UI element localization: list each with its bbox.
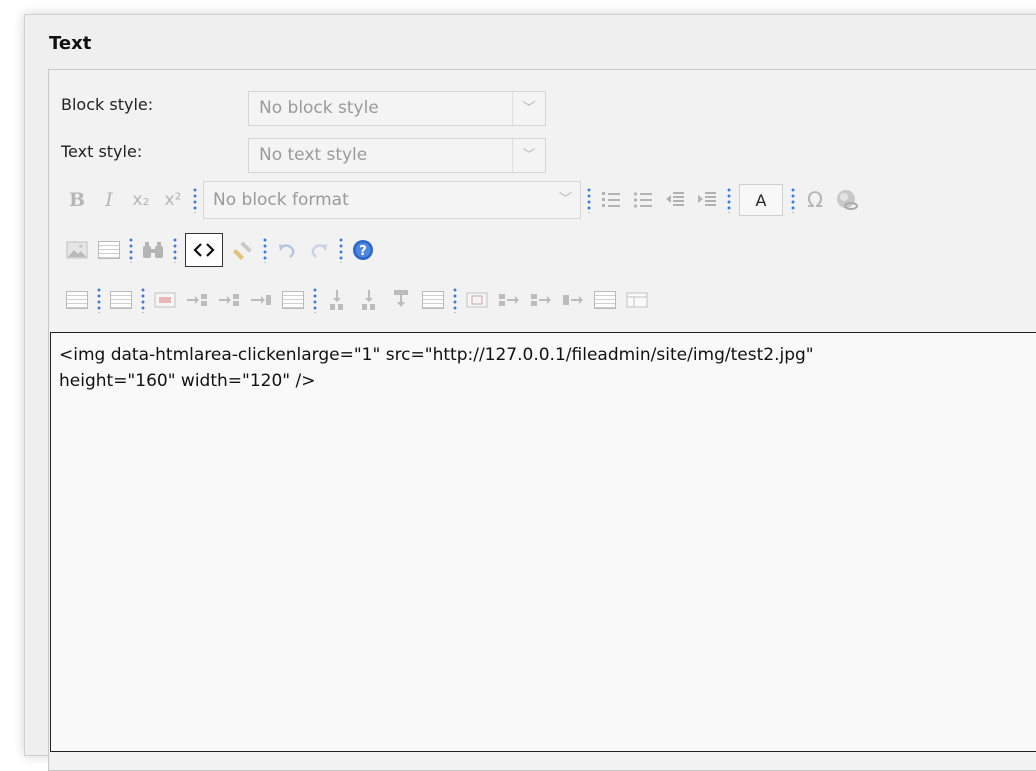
text-style-value: No text style (259, 145, 368, 165)
toolbar-separator (193, 187, 197, 213)
block-style-label: Block style: (61, 95, 154, 114)
toolbar-separator (97, 287, 101, 313)
code-icon (193, 243, 215, 257)
toolbar-row-2: ? (61, 233, 379, 267)
table-properties-icon[interactable] (65, 288, 89, 312)
chevron-down-icon: ﹀ (512, 139, 545, 172)
toolbar-separator (587, 187, 591, 213)
bold-button[interactable]: B (65, 188, 89, 212)
toolbar-separator (263, 237, 267, 263)
block-format-value: No block format (213, 190, 349, 210)
cell-properties-icon[interactable] (153, 288, 177, 312)
toolbar-separator (453, 287, 457, 313)
block-format-select[interactable]: No block format ﹀ (203, 181, 581, 219)
panel-title: Text (49, 33, 92, 54)
chevron-down-icon: ﹀ (512, 92, 545, 125)
clean-format-icon[interactable] (231, 238, 255, 262)
toolbar-separator (173, 237, 177, 263)
rte-panel: Text Block style: No block style ﹀ Text … (24, 14, 1036, 771)
toolbar-separator (791, 187, 795, 213)
toolbar-separator (339, 237, 343, 263)
subscript-button[interactable]: x₂ (129, 188, 153, 212)
toolbar-separator (141, 287, 145, 313)
row-insert-after-icon[interactable] (217, 288, 241, 312)
ordered-list-icon[interactable] (599, 188, 623, 212)
cell-insert-after-icon[interactable] (529, 288, 553, 312)
table-icon[interactable] (97, 238, 121, 262)
toolbar-separator (129, 237, 133, 263)
column-insert-after-icon[interactable] (357, 288, 381, 312)
cell-delete-icon[interactable] (561, 288, 585, 312)
cell-insert-before-icon[interactable] (497, 288, 521, 312)
html-source-button[interactable] (185, 233, 223, 267)
text-color-button[interactable]: A (739, 184, 783, 216)
toolbar-separator (727, 187, 731, 213)
find-replace-icon[interactable] (141, 238, 165, 262)
superscript-button[interactable]: x² (161, 188, 185, 212)
column-delete-icon[interactable] (389, 288, 413, 312)
cell-split-icon[interactable] (465, 288, 489, 312)
row-insert-before-icon[interactable] (185, 288, 209, 312)
row-split-icon[interactable] (281, 288, 305, 312)
column-insert-before-icon[interactable] (325, 288, 349, 312)
image-icon[interactable] (65, 238, 89, 262)
italic-button[interactable]: I (97, 188, 121, 212)
help-icon[interactable]: ? (351, 238, 375, 262)
redo-icon[interactable] (307, 238, 331, 262)
block-style-select[interactable]: No block style ﹀ (248, 91, 546, 126)
special-char-button[interactable]: Ω (803, 188, 827, 212)
toolbar-row-3 (61, 284, 653, 316)
column-split-icon[interactable] (421, 288, 445, 312)
block-style-value: No block style (259, 98, 379, 118)
outdent-icon[interactable] (663, 188, 687, 212)
svg-text:?: ? (359, 244, 367, 259)
table-toggle-borders-icon[interactable] (625, 288, 649, 312)
unordered-list-icon[interactable] (631, 188, 655, 212)
row-delete-icon[interactable] (249, 288, 273, 312)
undo-icon[interactable] (275, 238, 299, 262)
indent-icon[interactable] (695, 188, 719, 212)
toolbar-row-1: B I x₂ x² No block format ﹀ A Ω (61, 181, 863, 219)
link-icon[interactable] (835, 188, 859, 212)
text-style-select[interactable]: No text style ﹀ (248, 138, 546, 173)
html-source-textarea[interactable]: <img data-htmlarea-clickenlarge="1" src=… (50, 332, 1036, 752)
cell-merge-icon[interactable] (593, 288, 617, 312)
text-style-label: Text style: (61, 142, 143, 161)
toolbar-separator (313, 287, 317, 313)
row-properties-icon[interactable] (109, 288, 133, 312)
chevron-down-icon: ﹀ (558, 192, 572, 207)
